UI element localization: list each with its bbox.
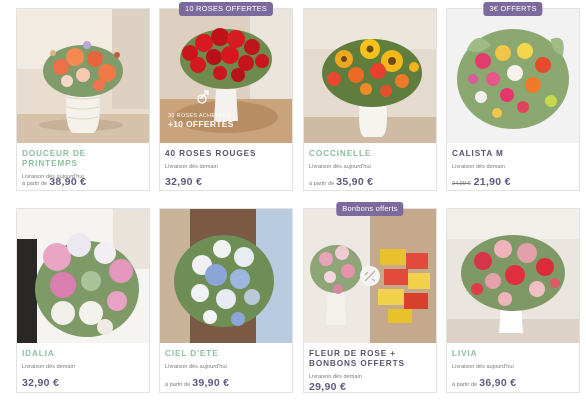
bouquet-photo xyxy=(304,9,436,143)
price-prefix: à partir de xyxy=(22,181,48,187)
product-card-idalia[interactable]: IDALIA Livraison dès demain 32,90 € xyxy=(16,208,150,393)
product-card-calista-m[interactable]: 3€ OFFERTS CALISTA M Livraison dès demai… xyxy=(446,2,580,191)
promo-badge: 10 ROSES OFFERTES xyxy=(178,2,274,16)
product-image[interactable] xyxy=(160,209,292,343)
product-name[interactable]: DOUCEUR DE PRINTEMPS xyxy=(22,149,144,169)
product-image[interactable] xyxy=(447,209,579,343)
delivery-info: Livraison dès demain xyxy=(309,374,362,380)
bouquet-photo xyxy=(17,9,149,143)
promo-badge: Bonbons offerts xyxy=(336,202,404,216)
delivery-info: Livraison dès demain xyxy=(165,164,218,170)
delivery-info: Livraison dès aujourd'hui xyxy=(165,364,227,370)
product-name[interactable]: IDALIA xyxy=(22,349,144,359)
product-price: 38,90 € xyxy=(49,176,87,188)
delivery-info: Livraison dès demain xyxy=(452,164,505,170)
product-image[interactable] xyxy=(17,209,149,343)
price-prefix: à partir de xyxy=(165,382,191,388)
delivery-info: Livraison dès aujourd'hui xyxy=(452,364,514,370)
product-price: 35,90 € xyxy=(336,176,374,188)
product-image[interactable] xyxy=(447,9,579,143)
product-name[interactable]: 40 ROSES ROUGES xyxy=(165,149,287,159)
bouquet-photo xyxy=(447,9,579,143)
product-card-coccinelle[interactable]: COCCINELLE Livraison dès aujourd'hui à p… xyxy=(303,8,437,191)
bouquet-photo xyxy=(160,209,292,343)
product-price: 32,90 € xyxy=(22,377,60,389)
product-card-ciel-d-ete[interactable]: CIEL D'ETE Livraison dès aujourd'hui à p… xyxy=(159,208,293,393)
offer-overlay-line2: +10 OFFERTES xyxy=(168,119,234,129)
product-image[interactable] xyxy=(17,9,149,143)
bouquet-photo xyxy=(304,209,436,343)
bouquet-photo xyxy=(447,209,579,343)
product-image[interactable] xyxy=(304,9,436,143)
delivery-info: Livraison dès demain xyxy=(22,364,75,370)
product-price: 29,90 € xyxy=(309,381,347,393)
product-image[interactable] xyxy=(304,209,436,343)
product-name[interactable]: CALISTA M xyxy=(452,149,574,159)
product-price: 32,90 € xyxy=(165,176,203,188)
product-card-douceur-de-printemps[interactable]: DOUCEUR DE PRINTEMPS Livraison dès aujou… xyxy=(16,8,150,191)
product-card-40-roses-rouges[interactable]: 10 ROSES OFFERTES 30 ROSES ACHETÉES +10 … xyxy=(159,2,293,191)
product-card-fleur-de-rose-bonbons[interactable]: Bonbons offerts FLEUR DE ROSE + BONBONS … xyxy=(303,202,437,393)
product-name[interactable]: COCCINELLE xyxy=(309,149,431,159)
old-price: 24,90 € xyxy=(452,181,471,187)
product-name[interactable]: CIEL D'ETE xyxy=(165,349,287,359)
product-price: 36,90 € xyxy=(479,377,517,389)
product-price: 21,90 € xyxy=(473,176,511,188)
offer-overlay: 30 roses achetées +10 OFFERTES xyxy=(168,113,234,129)
product-grid: DOUCEUR DE PRINTEMPS Livraison dès aujou… xyxy=(0,0,586,400)
price-prefix: à partir de xyxy=(309,181,335,187)
promo-badge: 3€ OFFERTS xyxy=(483,2,543,16)
product-card-livia[interactable]: LIVIA Livraison dès aujourd'hui à partir… xyxy=(446,208,580,393)
delivery-info: Livraison dès aujourd'hui xyxy=(309,164,371,170)
product-image[interactable]: 30 roses achetées +10 OFFERTES xyxy=(160,9,292,143)
product-name[interactable]: LIVIA xyxy=(452,349,574,359)
product-price: 39,90 € xyxy=(192,377,230,389)
bouquet-photo xyxy=(17,209,149,343)
price-prefix: à partir de xyxy=(452,382,478,388)
product-name[interactable]: FLEUR DE ROSE + BONBONS OFFERTS xyxy=(309,349,431,369)
